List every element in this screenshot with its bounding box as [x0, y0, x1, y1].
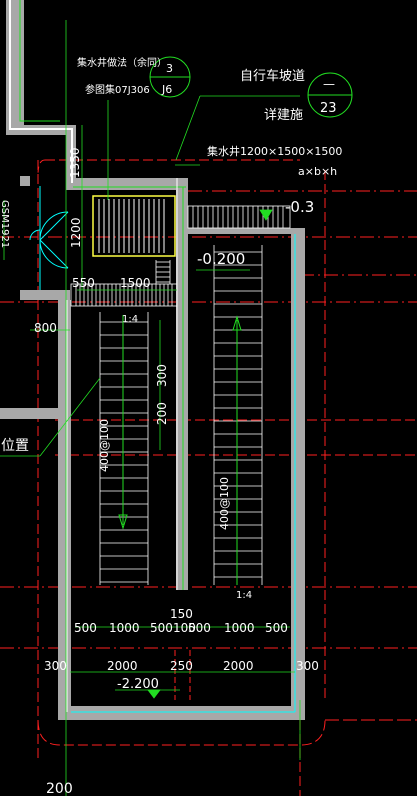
dim-1500: 1500 [120, 276, 151, 290]
dim-200-vertical: 200 [155, 402, 169, 425]
bike-ramp-label: 自行车坡道 [240, 68, 305, 84]
sump-size-label: 集水井1200×1500×1500 [207, 144, 342, 158]
dim-row1-5: 1000 [224, 621, 255, 635]
dim-150: 150 [170, 607, 193, 621]
dim-300-vertical: 300 [155, 364, 169, 387]
sump-detail-number: 3 [166, 62, 173, 75]
left-slope-label: 1:4 [122, 314, 138, 325]
dim-200-bottom: 200 [46, 781, 73, 796]
dim-row2-0: 300 [44, 659, 67, 673]
sump-dims-key: a×b×h [298, 165, 337, 178]
dim-800: 800 [34, 321, 57, 335]
see-arch-label: 详建施 [264, 108, 303, 123]
dim-row1-0: 500 [74, 621, 97, 635]
dim-1200: 1200 [69, 217, 83, 248]
elevation-landing: -0.200 [197, 250, 245, 268]
dim-row1-6: 500 [265, 621, 288, 635]
ref-atlas-label: 参图集07J306 [85, 83, 150, 96]
door-tag: GSM1921 [0, 200, 10, 248]
dim-row2-1: 2000 [107, 659, 138, 673]
dim-row1-2: 500 [150, 621, 173, 635]
ramp-detail-number: — [323, 77, 335, 91]
sump-pit [92, 195, 176, 257]
sump-method-label: 集水井做法（余同） [77, 56, 167, 69]
ramp-sheet-number: 23 [320, 101, 337, 116]
dim-row2-2: 250 [170, 659, 193, 673]
stair-ramp-plan-drawing: 集水井做法（余同） 参图集07J306 3 J6 自行车坡道 详建施 — 23 … [0, 0, 417, 796]
right-flight-label: 400@100 [218, 477, 231, 530]
sump-sheet-number: J6 [161, 83, 172, 96]
right-slope-label: 1:4 [236, 590, 252, 601]
dim-1350: 1350 [68, 147, 82, 178]
elevation-top-right: -0.3 [285, 198, 314, 216]
side-label: 位置 [1, 438, 29, 454]
dim-row1-4: 500 [188, 621, 211, 635]
dim-row1-1: 1000 [109, 621, 140, 635]
dim-row2-4: 300 [296, 659, 319, 673]
walls [0, 0, 305, 720]
dim-row2-3: 2000 [223, 659, 254, 673]
door-symbol [29, 186, 69, 290]
left-flight-label: 400@100 [98, 419, 111, 472]
dim-550: 550 [72, 276, 95, 290]
elevation-bottom: -2.200 [117, 677, 159, 692]
